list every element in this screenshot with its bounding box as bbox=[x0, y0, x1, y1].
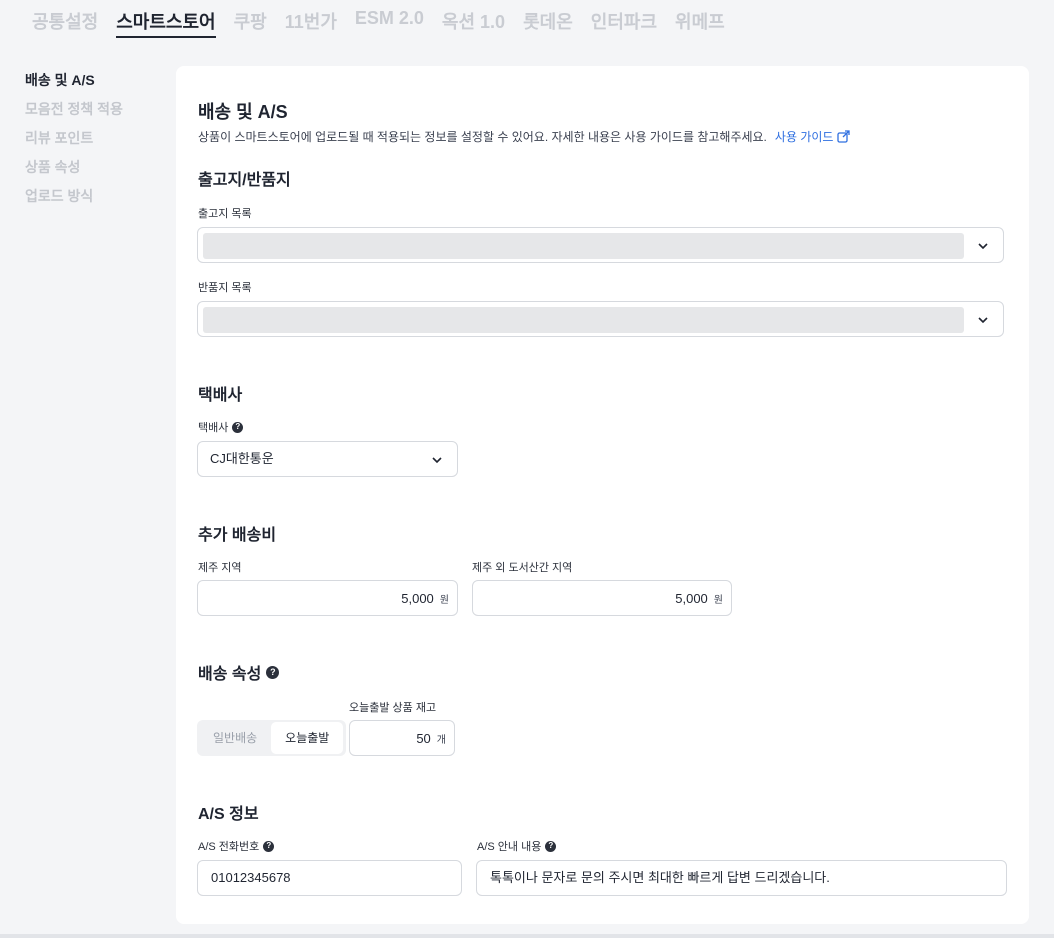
as-phone-input[interactable]: 01012345678 bbox=[197, 860, 462, 896]
chevron-down-icon bbox=[432, 457, 442, 464]
guide-link[interactable]: 사용 가이드 bbox=[775, 128, 851, 145]
release-address-placeholder bbox=[203, 233, 964, 259]
tab-wemakeprice[interactable]: 위메프 bbox=[675, 8, 725, 38]
nav-item-bundle-policy[interactable]: 모음전 정책 적용 bbox=[25, 99, 165, 128]
tab-common[interactable]: 공통설정 bbox=[32, 8, 98, 38]
question-circle-icon[interactable]: ? bbox=[545, 840, 557, 852]
nav-item-upload-method[interactable]: 업로드 방식 bbox=[25, 186, 165, 215]
chevron-down-icon bbox=[978, 317, 988, 324]
settings-side-nav: 배송 및 A/S 모음전 정책 적용 리뷰 포인트 상품 속성 업로드 방식 bbox=[25, 70, 165, 215]
question-circle-icon[interactable]: ? bbox=[232, 421, 244, 433]
tab-auction[interactable]: 옥션 1.0 bbox=[442, 8, 505, 38]
jeju-fee-value: 5,000 bbox=[401, 590, 434, 606]
island-fee-value: 5,000 bbox=[675, 590, 708, 606]
bottom-divider bbox=[0, 934, 1054, 938]
shipping-attr-title-text: 배송 속성 bbox=[198, 666, 262, 683]
return-address-placeholder bbox=[203, 307, 964, 333]
return-list-label: 반품지 목록 bbox=[198, 282, 252, 294]
option-today-shipping[interactable]: 오늘출발 bbox=[271, 722, 344, 754]
address-section-title: 출고지/반품지 bbox=[198, 172, 291, 189]
chevron-down-icon bbox=[978, 243, 988, 250]
tab-lotteon[interactable]: 롯데온 bbox=[523, 8, 573, 38]
option-normal-shipping[interactable]: 일반배송 bbox=[199, 722, 271, 754]
as-guide-input[interactable]: 톡톡이나 문자로 문의 주시면 최대한 빠르게 답변 드리겠습니다. bbox=[476, 860, 1007, 896]
tab-11st[interactable]: 11번가 bbox=[285, 8, 337, 38]
as-guide-label-text: A/S 안내 내용 bbox=[477, 841, 542, 853]
courier-section-title: 택배사 bbox=[198, 387, 243, 404]
external-link-icon bbox=[837, 130, 851, 143]
nav-item-shipping-as[interactable]: 배송 및 A/S bbox=[25, 70, 165, 99]
courier-label: 택배사 ? bbox=[198, 419, 244, 435]
release-list-label: 출고지 목록 bbox=[198, 208, 252, 220]
island-fee-input[interactable]: 5,000 원 bbox=[472, 580, 732, 616]
as-phone-label: A/S 전화번호 ? bbox=[198, 838, 275, 854]
settings-card: 배송 및 A/S 상품이 스마트스토어에 업로드될 때 적용되는 정보를 설정할… bbox=[176, 66, 1029, 924]
nav-item-product-attr[interactable]: 상품 속성 bbox=[25, 157, 165, 186]
stock-label: 오늘출발 상품 재고 bbox=[349, 702, 437, 714]
tab-interpark[interactable]: 인터파크 bbox=[591, 8, 657, 38]
courier-selected-value: CJ대한통운 bbox=[210, 451, 274, 466]
tab-smartstore[interactable]: 스마트스토어 bbox=[116, 8, 216, 38]
currency-unit: 원 bbox=[713, 594, 723, 606]
courier-select[interactable]: CJ대한통운 bbox=[197, 441, 458, 477]
tab-coupang[interactable]: 쿠팡 bbox=[234, 8, 267, 38]
tab-esm[interactable]: ESM 2.0 bbox=[355, 8, 424, 38]
nav-item-review-point[interactable]: 리뷰 포인트 bbox=[25, 128, 165, 157]
as-phone-label-text: A/S 전화번호 bbox=[198, 841, 260, 853]
currency-unit: 원 bbox=[439, 594, 449, 606]
release-address-select[interactable] bbox=[197, 227, 1004, 263]
marketplace-tabs: 공통설정 스마트스토어 쿠팡 11번가 ESM 2.0 옥션 1.0 롯데온 인… bbox=[32, 8, 743, 38]
return-address-select[interactable] bbox=[197, 301, 1004, 337]
jeju-fee-input[interactable]: 5,000 원 bbox=[197, 580, 458, 616]
as-guide-label: A/S 안내 내용 ? bbox=[477, 838, 557, 854]
shipping-attr-section-title: 배송 속성 ? bbox=[198, 660, 280, 684]
extra-fee-section-title: 추가 배송비 bbox=[198, 527, 277, 544]
today-stock-value: 50 bbox=[416, 730, 431, 746]
stock-unit: 개 bbox=[436, 734, 446, 746]
island-label: 제주 외 도서산간 지역 bbox=[472, 562, 573, 574]
today-stock-input[interactable]: 50 개 bbox=[349, 720, 455, 756]
shipping-type-toggle: 일반배송 오늘출발 bbox=[197, 720, 346, 756]
section-description: 상품이 스마트스토어에 업로드될 때 적용되는 정보를 설정할 수 있어요. 자… bbox=[198, 128, 851, 145]
description-text: 상품이 스마트스토어에 업로드될 때 적용되는 정보를 설정할 수 있어요. 자… bbox=[198, 130, 767, 144]
guide-link-label: 사용 가이드 bbox=[774, 130, 834, 144]
question-circle-icon[interactable]: ? bbox=[266, 665, 280, 679]
page-title: 배송 및 A/S bbox=[198, 102, 288, 122]
courier-label-text: 택배사 bbox=[198, 422, 229, 434]
question-circle-icon[interactable]: ? bbox=[263, 840, 275, 852]
jeju-label: 제주 지역 bbox=[198, 562, 242, 574]
as-section-title: A/S 정보 bbox=[198, 806, 259, 823]
